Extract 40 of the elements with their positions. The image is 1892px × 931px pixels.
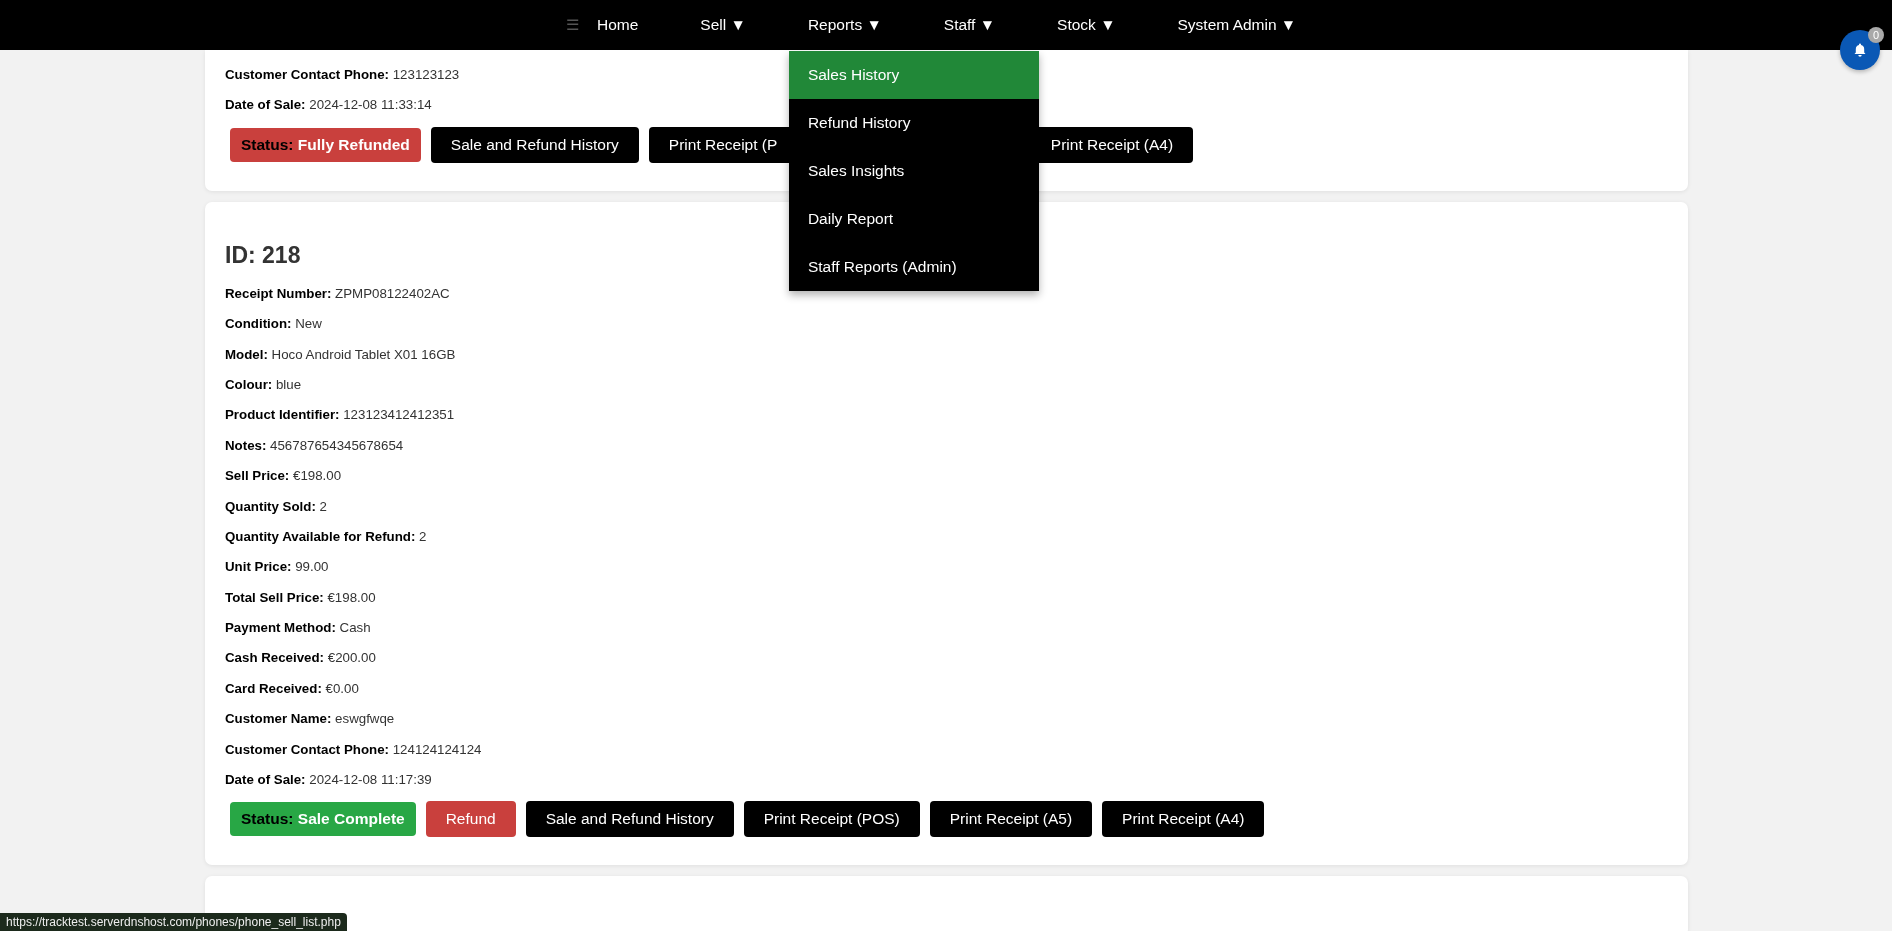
field-row-text: Customer Contact Phone: 123123123 xyxy=(225,66,460,84)
field-row-text: Cash Received: €200.00 xyxy=(225,649,376,668)
action-button[interactable]: Print Receipt (A5) xyxy=(929,801,1093,838)
field-row-text: Product Identifier: 123123412412351 xyxy=(225,406,455,425)
field-row-text: Total Sell Price: €198.00 xyxy=(225,588,376,607)
field-row-text: Customer Contact Phone: 124124124124 xyxy=(225,740,482,759)
field-row-text: Unit Price: 99.00 xyxy=(225,558,329,577)
field-row-text: Notes: 456787654345678654 xyxy=(225,436,404,455)
field-row-text: Condition: New xyxy=(225,315,322,334)
field-row-text: Date of Sale: 2024-12-08 11:33:14 xyxy=(225,96,432,115)
nav-link[interactable]: Home xyxy=(597,16,639,33)
field-row-text: Quantity Sold: 2 xyxy=(225,497,327,516)
nav-link[interactable]: Staff ▼ xyxy=(943,16,996,33)
bell-icon xyxy=(1852,42,1868,58)
field-row-text: Model: Hoco Android Tablet X01 16GB xyxy=(225,345,456,364)
menu-item[interactable]: Sales History xyxy=(788,51,1039,99)
action-button[interactable]: Print Receipt (POS) xyxy=(743,801,920,838)
action-button[interactable]: Sale and Refund History xyxy=(430,126,639,163)
link-preview: https://tracktest.serverdnshost.com/phones/phone_sell_list.php xyxy=(0,913,347,931)
action-button[interactable]: Print Receipt (A4) xyxy=(1102,801,1265,838)
nav-link[interactable]: Sell ▼ xyxy=(700,16,746,33)
action-button[interactable]: Sale and Refund History xyxy=(525,801,734,838)
nav-link[interactable]: Stock ▼ xyxy=(1057,16,1116,33)
field-row-text: Colour: blue xyxy=(225,375,302,394)
field-row-text: Receipt Number: ZPMP08122402AC xyxy=(225,284,450,303)
field-row-text: Sell Price: €198.00 xyxy=(225,467,342,486)
sale-id-heading: ID: 218 xyxy=(225,241,301,269)
nav-link[interactable]: System Admin ▼ xyxy=(1177,16,1297,33)
field-row-text: Customer Name: eswgfwqe xyxy=(225,710,395,729)
field-row-text: Payment Method: Cash xyxy=(225,619,371,638)
status-badge: Status: Fully Refunded xyxy=(230,127,421,162)
field-row-text: Quantity Available for Refund: 2 xyxy=(225,527,427,546)
field-row-text: Date of Sale: 2024-12-08 11:17:39 xyxy=(225,771,432,790)
action-button[interactable]: Refund xyxy=(425,801,516,838)
status-badge: Status: Sale Complete xyxy=(230,802,416,837)
menu-item[interactable]: Staff Reports (Admin) xyxy=(788,243,1039,291)
notification-count: 0 xyxy=(1868,27,1884,43)
menu-item[interactable]: Daily Report xyxy=(788,195,1039,243)
field-row-text: Card Received: €0.00 xyxy=(225,679,359,698)
nav-link[interactable]: Reports ▼ xyxy=(807,16,882,33)
